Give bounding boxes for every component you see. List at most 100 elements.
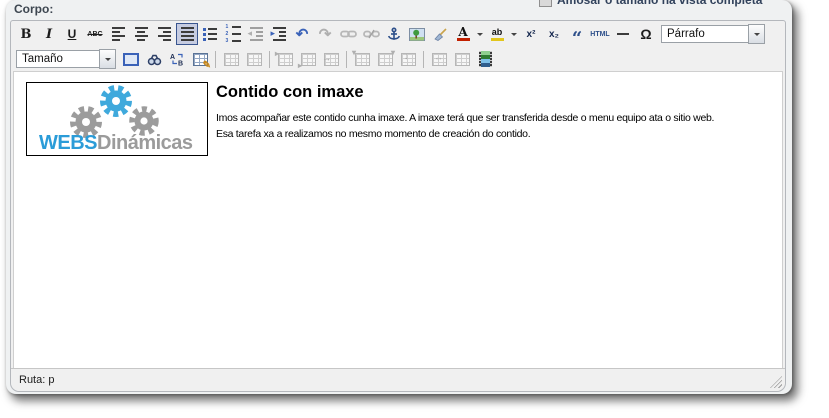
backcolor-icon: ab bbox=[490, 27, 504, 41]
editor-window: Corpo: Amosar o tamaño na vista completa… bbox=[6, 0, 792, 394]
html-source-button[interactable]: HTML bbox=[589, 23, 611, 45]
table-row-properties-icon bbox=[223, 52, 239, 66]
outdent-icon bbox=[248, 27, 263, 41]
backcolor-button[interactable]: ab bbox=[486, 23, 508, 45]
format-select-value: Párrafo bbox=[661, 25, 749, 43]
anchor-button[interactable] bbox=[383, 23, 405, 45]
editor-canvas[interactable]: WEBSDinámicas Contido con imaxe Imos aco… bbox=[13, 71, 783, 368]
merge-cells-button[interactable] bbox=[451, 48, 473, 70]
redo-icon: ↷ bbox=[318, 25, 332, 43]
media-icon bbox=[478, 51, 492, 67]
size-select[interactable]: Tamaño bbox=[16, 49, 116, 69]
align-center-icon bbox=[134, 27, 148, 41]
svg-text:A: A bbox=[170, 54, 175, 61]
show-size-label: Amosar o tamaño na vista completa bbox=[557, 0, 763, 7]
insert-table-button[interactable] bbox=[189, 48, 211, 71]
toolbar-row-2: Tamaño AB bbox=[11, 46, 785, 71]
paragraph-line-1: Imos acompañar este contido cunha imaxe.… bbox=[216, 112, 715, 125]
bold-icon: B bbox=[20, 26, 32, 42]
html-icon: HTML bbox=[590, 30, 610, 38]
insert-col-before-icon bbox=[354, 52, 370, 66]
show-size-checkbox[interactable] bbox=[539, 0, 552, 7]
align-right-button[interactable] bbox=[153, 23, 175, 45]
fullscreen-icon bbox=[123, 52, 139, 66]
content-paragraph: Imos acompañar este contido cunha imaxe.… bbox=[216, 110, 714, 143]
strikethrough-icon: ABC bbox=[87, 30, 103, 38]
blockquote-icon: “ bbox=[571, 27, 583, 49]
insert-image-icon bbox=[409, 27, 425, 41]
omega-icon: Ω bbox=[640, 26, 652, 42]
table-cell-properties-button[interactable] bbox=[243, 48, 265, 70]
align-left-icon bbox=[111, 27, 125, 41]
align-left-button[interactable] bbox=[107, 23, 129, 45]
show-size-option: Amosar o tamaño na vista completa bbox=[539, 0, 762, 7]
replace-icon: AB bbox=[170, 53, 183, 67]
format-select[interactable]: Párrafo bbox=[661, 24, 765, 44]
svg-text:WEBSDinámicas: WEBSDinámicas bbox=[39, 132, 193, 154]
insert-col-after-button[interactable] bbox=[374, 48, 396, 70]
outdent-button[interactable] bbox=[245, 23, 267, 45]
forecolor-button[interactable]: A bbox=[452, 23, 474, 45]
cleanup-icon bbox=[433, 28, 447, 41]
strikethrough-button[interactable]: ABC bbox=[84, 23, 106, 45]
insert-media-button[interactable] bbox=[474, 48, 496, 70]
charmap-button[interactable]: Ω bbox=[635, 23, 657, 45]
numbered-list-button[interactable] bbox=[222, 23, 244, 45]
toolbar-separator bbox=[215, 50, 216, 68]
backcolor-caret-button[interactable] bbox=[509, 24, 519, 44]
format-select-arrow[interactable] bbox=[748, 24, 765, 44]
bullet-list-icon bbox=[203, 27, 217, 41]
superscript-button[interactable]: x² bbox=[520, 23, 542, 45]
delete-row-button[interactable] bbox=[320, 48, 342, 70]
cleanup-button[interactable] bbox=[429, 23, 451, 45]
blockquote-button[interactable]: “ bbox=[566, 23, 588, 49]
chevron-down-icon bbox=[104, 57, 111, 64]
align-right-icon bbox=[157, 27, 171, 41]
chevron-down-icon bbox=[511, 32, 517, 39]
align-justify-icon bbox=[180, 27, 194, 41]
toolbar-separator bbox=[269, 50, 270, 68]
toolbar-row-1: B I U ABC ↶ ↷ A ab x² x₂ “ HT bbox=[11, 21, 785, 49]
subscript-button[interactable]: x₂ bbox=[543, 23, 565, 45]
table-row-properties-button[interactable] bbox=[220, 48, 242, 70]
link-button[interactable] bbox=[337, 23, 359, 45]
insert-row-after-button[interactable] bbox=[297, 48, 319, 70]
indent-button[interactable] bbox=[268, 23, 290, 45]
replace-button[interactable]: AB bbox=[166, 48, 188, 70]
bold-button[interactable]: B bbox=[15, 23, 37, 45]
undo-button[interactable]: ↶ bbox=[291, 23, 313, 45]
superscript-icon: x² bbox=[526, 28, 536, 40]
forecolor-caret-button[interactable] bbox=[475, 24, 485, 44]
insert-col-before-button[interactable] bbox=[351, 48, 373, 70]
delete-col-button[interactable] bbox=[397, 48, 419, 70]
split-cells-button[interactable] bbox=[428, 48, 450, 70]
insert-row-before-button[interactable] bbox=[274, 48, 296, 70]
insert-row-before-icon bbox=[277, 52, 293, 66]
svg-text:B: B bbox=[178, 61, 183, 67]
horizontal-rule-icon bbox=[617, 33, 629, 35]
fullscreen-button[interactable] bbox=[120, 48, 142, 70]
align-center-button[interactable] bbox=[130, 23, 152, 45]
unlink-button[interactable] bbox=[360, 23, 382, 45]
anchor-icon bbox=[388, 26, 400, 40]
insert-image-button[interactable] bbox=[406, 23, 428, 45]
search-button[interactable] bbox=[143, 48, 165, 70]
align-justify-button[interactable] bbox=[176, 23, 198, 45]
subscript-icon: x₂ bbox=[548, 28, 559, 40]
content-image[interactable]: WEBSDinámicas bbox=[26, 82, 208, 156]
italic-icon: I bbox=[45, 26, 53, 42]
editor-status-bar: Ruta: p bbox=[11, 368, 785, 391]
bullet-list-button[interactable] bbox=[199, 23, 221, 45]
content-text-block: Contido con imaxe Imos acompañar este co… bbox=[216, 82, 714, 143]
link-icon bbox=[339, 30, 357, 38]
undo-icon: ↶ bbox=[295, 25, 309, 43]
underline-button[interactable]: U bbox=[61, 23, 83, 45]
table-cell-properties-icon bbox=[246, 52, 262, 66]
size-select-arrow[interactable] bbox=[99, 49, 116, 69]
chevron-down-icon bbox=[753, 32, 760, 39]
chevron-down-icon bbox=[477, 32, 483, 39]
redo-button[interactable]: ↷ bbox=[314, 23, 336, 45]
italic-button[interactable]: I bbox=[38, 23, 60, 45]
resize-handle[interactable] bbox=[770, 376, 782, 388]
horizontal-rule-button[interactable] bbox=[612, 23, 634, 45]
